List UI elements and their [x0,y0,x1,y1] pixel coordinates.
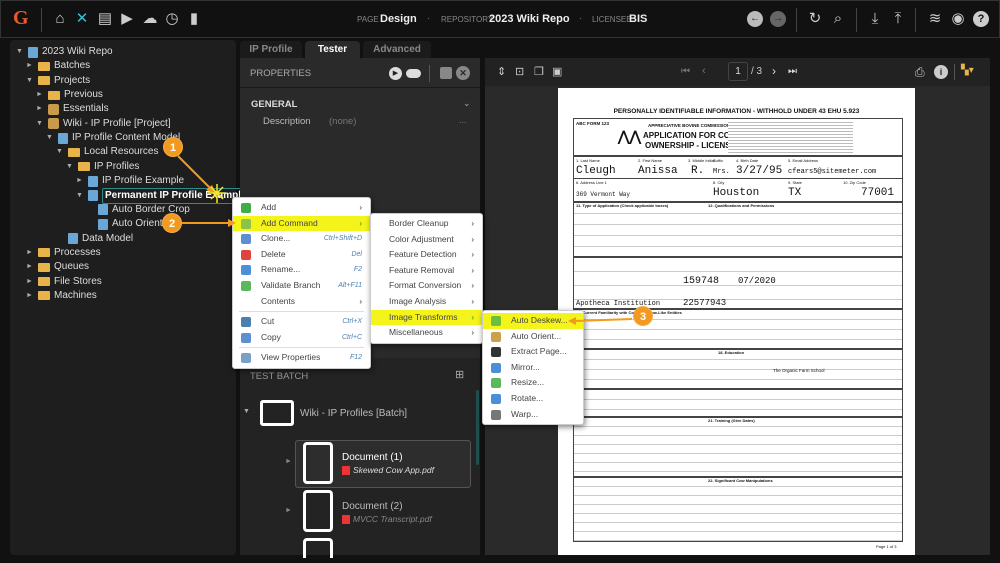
callout-arrows [177,155,633,325]
callout-badge-1: 1 [163,137,183,157]
callout-badge-2: 2 [162,213,182,233]
callout-arrowhead-3 [568,317,576,325]
callout-badge-3: 3 [633,306,653,326]
callout-arrow-3 [574,318,633,322]
callout-arrow-1 [177,155,213,191]
callout-arrowhead-2 [228,219,236,227]
